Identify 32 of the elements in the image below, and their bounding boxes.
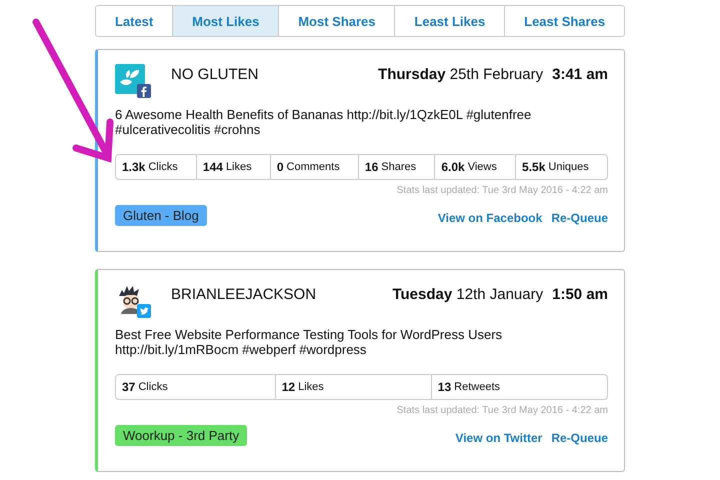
stat-cell: 6.0k Views (435, 155, 516, 179)
sort-tab[interactable]: Least Shares (505, 6, 624, 36)
leaf-logo-icon (115, 64, 145, 94)
post-text: Best Free Website Performance Testing Tools for WordPress Users http://bit.ly/1mRBocm #webperf #wordpress (115, 327, 504, 359)
post-time: 1:50 am (552, 285, 608, 303)
sort-tab[interactable]: Most Likes (173, 6, 280, 36)
action-link[interactable]: View on Facebook (438, 210, 542, 224)
stats-updated-text: Stats last updated: Tue 3rd May 2016 - 4:22 am (396, 185, 608, 196)
action-link[interactable]: View on Twitter (455, 430, 542, 444)
account-name: BRIANLEEJACKSON (171, 285, 316, 303)
post-date: Tuesday 12th January (392, 285, 544, 303)
account-name: NO GLUTEN (171, 65, 259, 83)
stats-updated-text: Stats last updated: Tue 3rd May 2016 - 4:22 am (396, 405, 608, 416)
post-time: 3:41 am (552, 65, 608, 83)
action-link[interactable]: Re-Queue (551, 430, 608, 444)
action-link[interactable]: Re-Queue (551, 210, 608, 224)
category-tag[interactable]: Gluten - Blog (115, 205, 207, 226)
sort-tab[interactable]: Least Likes (395, 6, 506, 36)
facebook-badge-icon (137, 84, 151, 98)
post-text: 6 Awesome Health Benefits of Bananas http://bit.ly/1QzkE0L #glutenfree #ulcerativecolitis #crohns (115, 107, 532, 139)
stat-cell: 1.3k Clicks (116, 155, 197, 179)
sort-tab[interactable]: Most Shares (279, 6, 396, 36)
stat-cell: 37 Clicks (116, 375, 276, 399)
category-tag[interactable]: Woorkup - 3rd Party (115, 425, 248, 446)
stat-cell: 144 Likes (196, 155, 271, 179)
stat-cell: 16 Shares (358, 155, 436, 179)
stat-cell: 12 Likes (276, 375, 432, 399)
twitter-badge-icon (137, 304, 151, 318)
stat-cell: 0 Comments (270, 155, 359, 179)
stat-cell-text: 13 Retweets (436, 379, 501, 396)
post-date: Thursday 25th February (378, 65, 544, 83)
stat-cell-text: 5.5k Uniques (521, 159, 590, 176)
